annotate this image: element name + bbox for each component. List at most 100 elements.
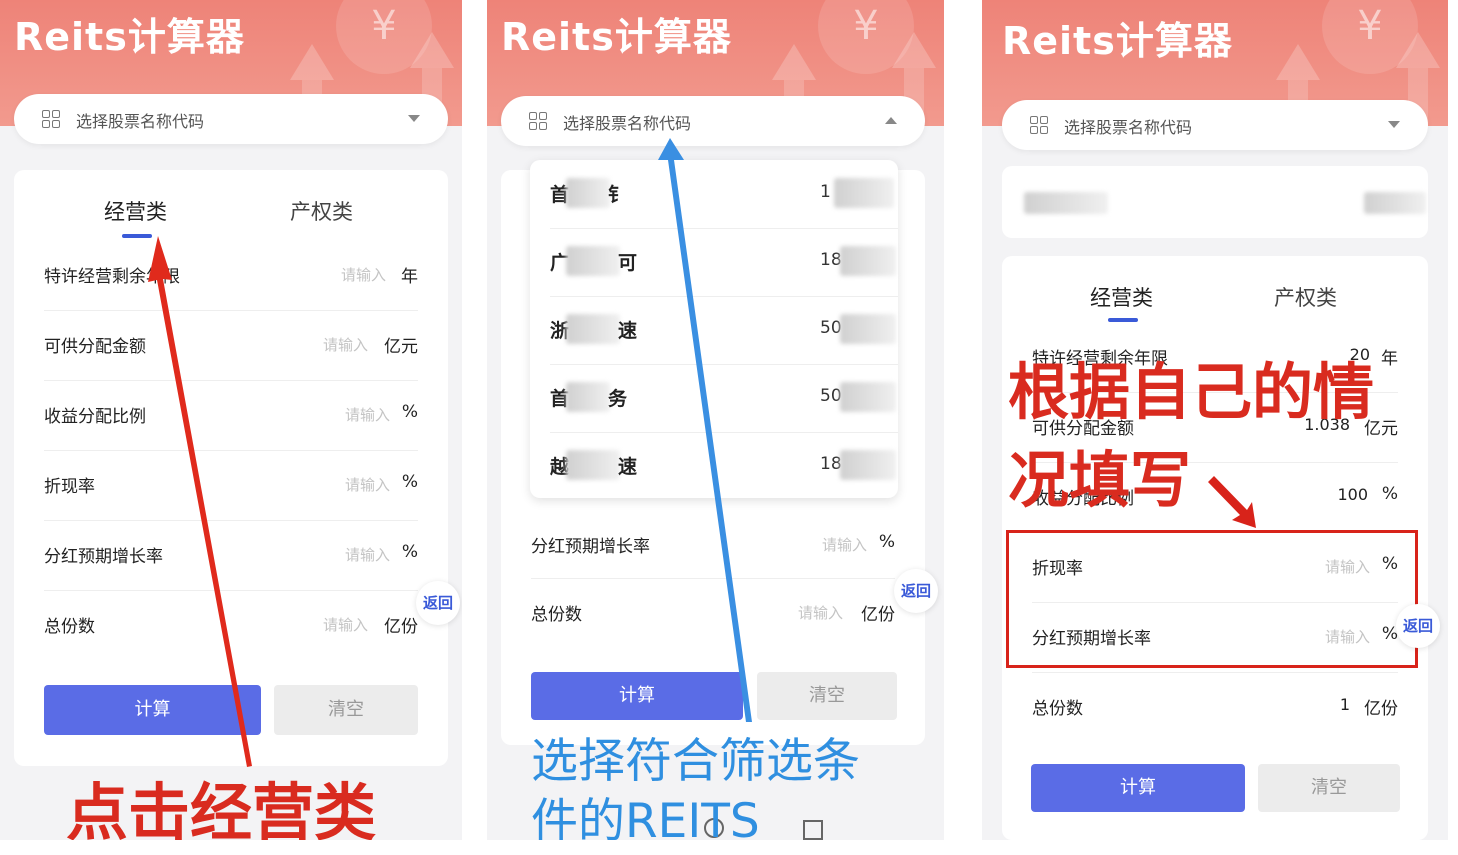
field-total-shares: 总份数 1 亿份 [1032, 672, 1398, 742]
stock-name-last: 速 [618, 456, 638, 478]
annotation-fill-line1: 根据自己的情 [1008, 357, 1375, 428]
field-label: 总份数 [44, 617, 95, 637]
stock-name-last: 务 [608, 388, 628, 410]
field-label: 总份数 [1032, 699, 1083, 719]
annotation-select-reits-line2: 件的REITS [531, 794, 760, 840]
field-label: 分红预期增长率 [531, 537, 650, 557]
list-item[interactable]: 广 可 18 [550, 228, 898, 297]
tab-operating[interactable]: 经营类 [104, 196, 167, 226]
recents-nav-icon[interactable] [803, 820, 823, 840]
stock-code: 50 [820, 318, 842, 338]
field-remaining-years: 特许经营剩余年限 请输入 年 [44, 240, 418, 311]
field-unit: 亿份 [861, 605, 895, 625]
total-shares-input[interactable]: 请输入 [798, 602, 843, 623]
dividend-growth-input[interactable]: 请输入 [345, 544, 390, 565]
distributable-amount-input[interactable]: 请输入 [323, 334, 368, 355]
field-label: 总份数 [531, 605, 582, 625]
calculate-button[interactable]: 计算 [1031, 764, 1245, 812]
field-unit: % [401, 402, 418, 422]
panel-3-screen: ¥ Reits计算器 选择股票名称代码 经营类 产权类 特许经营剩余年限 20 … [982, 0, 1448, 840]
field-label: 特许经营剩余年限 [44, 267, 180, 287]
redacted-name [566, 382, 610, 412]
calculate-button[interactable]: 计算 [44, 685, 261, 735]
back-button[interactable]: 返回 [1396, 604, 1440, 648]
stock-select[interactable]: 选择股票名称代码 [1002, 100, 1428, 150]
back-button[interactable]: 返回 [416, 581, 460, 625]
list-item[interactable]: 首 钅 1 [550, 160, 898, 229]
discount-rate-input[interactable]: 请输入 [345, 474, 390, 495]
list-item[interactable]: 越 速 18 [550, 432, 898, 498]
field-unit: % [878, 532, 895, 552]
annotation-select-reits-line1: 选择符合筛选条 [531, 734, 860, 789]
total-shares-input[interactable]: 请输入 [323, 614, 368, 635]
redacted-code [840, 450, 896, 480]
rising-arrow-decor [892, 32, 936, 68]
rising-arrow-decor [1276, 44, 1320, 80]
redacted-code [834, 178, 894, 208]
stock-select[interactable]: 选择股票名称代码 [501, 96, 925, 146]
chevron-down-icon [1388, 121, 1400, 128]
clear-button[interactable]: 清空 [274, 685, 418, 735]
calculator-card: 经营类 产权类 特许经营剩余年限 请输入 年 可供分配金额 请输入 亿元 收益分… [14, 170, 448, 766]
stock-code: 18 [820, 250, 842, 270]
redacted-code [840, 246, 896, 276]
rising-arrow-decor [1396, 32, 1440, 68]
field-unit: % [1381, 484, 1398, 504]
rising-arrow-decor [290, 44, 334, 80]
panel-2-screen: ¥ Reits计算器 选择股票名称代码 分红预期增长率 请输入 % 总份数 请输… [487, 0, 944, 840]
field-distribution-ratio: 收益分配比例 请输入 % [44, 380, 418, 451]
field-unit: 亿元 [384, 337, 418, 357]
app-title: Reits计算器 [1002, 19, 1233, 63]
dividend-growth-input[interactable]: 请输入 [822, 534, 867, 555]
redacted-name [566, 246, 620, 276]
stock-code: 1 [820, 182, 831, 202]
select-placeholder: 选择股票名称代码 [563, 114, 692, 133]
field-label: 收益分配比例 [44, 407, 146, 427]
field-unit: 亿份 [1364, 699, 1398, 719]
stock-select[interactable]: 选择股票名称代码 [14, 94, 448, 144]
field-unit: 亿份 [384, 617, 418, 637]
field-dividend-growth: 分红预期增长率 请输入 % [44, 520, 418, 591]
field-unit: % [401, 542, 418, 562]
annotation-fill-line2: 况填写 [1008, 445, 1192, 516]
select-placeholder: 选择股票名称代码 [1064, 118, 1193, 137]
list-item[interactable]: 浙 速 50 [550, 296, 898, 365]
app-title: Reits计算器 [501, 15, 732, 59]
distribution-ratio-value[interactable]: 100 [1337, 485, 1368, 504]
grid-icon [529, 112, 547, 130]
field-dividend-growth: 分红预期增长率 请输入 % [531, 510, 895, 579]
redacted-code [840, 314, 896, 344]
tab-operating[interactable]: 经营类 [1090, 282, 1153, 312]
field-total-shares: 总份数 请输入 亿份 [531, 578, 895, 646]
field-discount-rate: 折现率 请输入 % [44, 450, 418, 521]
total-shares-value[interactable]: 1 [1340, 695, 1350, 714]
clear-button[interactable]: 清空 [1258, 764, 1400, 812]
stock-dropdown-list: 首 钅 1 广 可 18 浙 速 50 首 务 50 越 速 18 [530, 160, 898, 498]
redacted-stock-name [1024, 192, 1108, 214]
list-item[interactable]: 首 务 50 [550, 364, 898, 433]
field-label: 可供分配金额 [44, 337, 146, 357]
panel-1-screen: ¥ Reits计算器 选择股票名称代码 经营类 产权类 特许经营剩余年限 请输入… [0, 0, 462, 840]
field-unit: 年 [401, 267, 418, 287]
stock-name-last: 钅 [608, 184, 628, 206]
select-placeholder: 选择股票名称代码 [76, 112, 205, 131]
distribution-ratio-input[interactable]: 请输入 [345, 404, 390, 425]
calculate-button[interactable]: 计算 [531, 672, 743, 720]
app-title: Reits计算器 [14, 15, 245, 59]
field-distributable-amount: 可供分配金额 请输入 亿元 [44, 310, 418, 381]
tab-property[interactable]: 产权类 [1274, 282, 1337, 312]
remaining-years-input[interactable]: 请输入 [341, 264, 386, 285]
field-label: 分红预期增长率 [44, 547, 163, 567]
redacted-name [566, 314, 620, 344]
grid-icon [42, 110, 60, 128]
tab-property[interactable]: 产权类 [290, 196, 353, 226]
back-button[interactable]: 返回 [894, 569, 938, 613]
grid-icon [1030, 116, 1048, 134]
clear-button[interactable]: 清空 [757, 672, 897, 720]
chevron-up-icon [885, 117, 897, 124]
stock-code: 50 [820, 386, 842, 406]
redacted-name [566, 178, 610, 208]
field-total-shares: 总份数 请输入 亿份 [44, 590, 418, 660]
rising-arrow-decor [772, 44, 816, 80]
field-unit: % [401, 472, 418, 492]
